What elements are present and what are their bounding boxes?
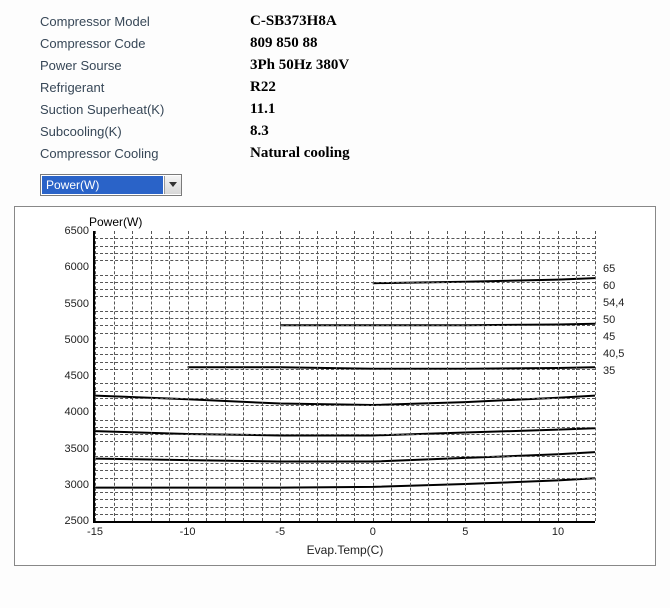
spec-value: 11.1 [250,101,275,118]
y-tick: 5000 [49,334,89,346]
y-tick: 5500 [49,298,89,310]
spec-row: RefrigerantR22 [40,76,660,98]
spec-label: Subcooling(K) [40,124,250,139]
legend-label: 65 [603,263,615,275]
spec-row: Suction Superheat(K)11.1 [40,98,660,120]
spec-row: Compressor Code809 850 88 [40,32,660,54]
spec-value: 8.3 [250,123,269,140]
x-axis-label: Evap.Temp(C) [307,543,384,557]
legend-label: 45 [603,331,615,343]
spec-value: Natural cooling [250,145,350,162]
legend-label: 60 [603,280,615,292]
spec-row: Compressor CoolingNatural cooling [40,142,660,164]
spec-row: Compressor ModelC-SB373H8A [40,10,660,32]
spec-table: Compressor ModelC-SB373H8ACompressor Cod… [0,0,670,164]
spec-value: R22 [250,79,276,96]
legend-label: 54,4 [603,297,624,309]
spec-label: Compressor Code [40,36,250,51]
spec-label: Compressor Model [40,14,250,29]
chart-title: Power(W) [89,215,142,229]
y-tick: 3000 [49,479,89,491]
legend-label: 40,5 [603,348,624,360]
y-tick: 4000 [49,406,89,418]
y-tick: 6500 [49,225,89,237]
spec-label: Suction Superheat(K) [40,102,250,117]
x-tick: -5 [275,526,285,538]
x-tick: 5 [462,526,468,538]
y-tick: 3500 [49,443,89,455]
x-tick: 0 [370,526,376,538]
x-tick: 10 [552,526,564,538]
y-tick: 4500 [49,370,89,382]
y-tick: 2500 [49,515,89,527]
legend-label: 35 [603,365,615,377]
spec-label: Compressor Cooling [40,146,250,161]
spec-value: 3Ph 50Hz 380V [250,57,349,74]
spec-label: Power Sourse [40,58,250,73]
chart-metric-select[interactable]: Power(W) [40,174,182,196]
spec-label: Refrigerant [40,80,250,95]
dropdown-container: Power(W) [40,174,670,196]
x-tick: -15 [87,526,103,538]
y-tick: 6000 [49,261,89,273]
spec-value: C-SB373H8A [250,13,337,30]
spec-row: Power Sourse3Ph 50Hz 380V [40,54,660,76]
chart-panel: Power(W) Evap.Temp(C) 250030003500400045… [14,206,656,566]
spec-row: Subcooling(K)8.3 [40,120,660,142]
chevron-down-icon [164,176,181,194]
dropdown-selected: Power(W) [42,176,163,194]
x-tick: -10 [180,526,196,538]
legend-label: 50 [603,314,615,326]
plot-area: Evap.Temp(C) 250030003500400045005000550… [93,231,595,523]
spec-value: 809 850 88 [250,35,318,52]
